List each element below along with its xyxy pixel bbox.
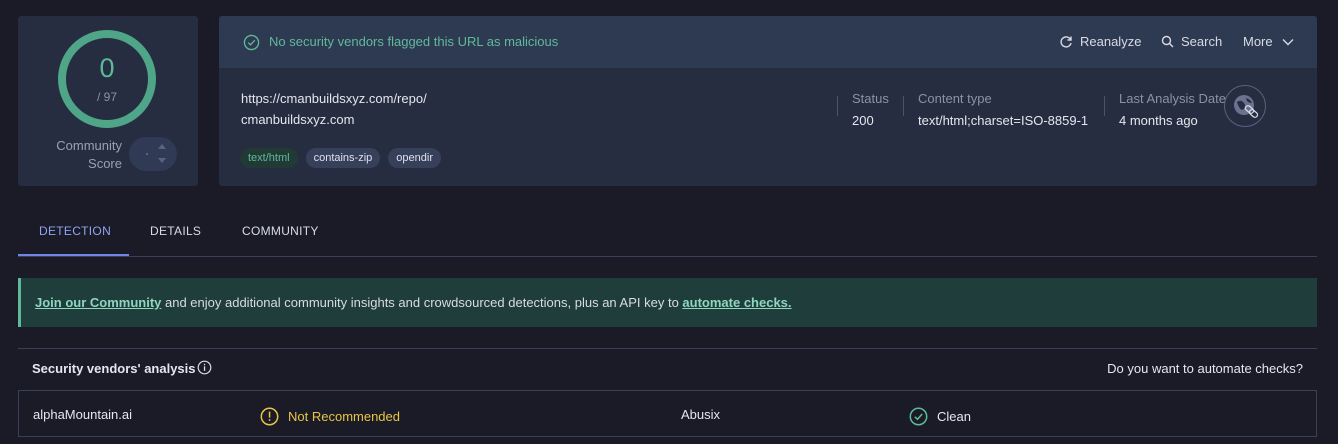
tab-detection[interactable]: DETECTION xyxy=(39,224,111,238)
tab-details[interactable]: DETAILS xyxy=(150,224,201,238)
analyzed-domain[interactable]: cmanbuildsxyz.com xyxy=(241,112,354,127)
verdict-banner: No security vendors flagged this URL as … xyxy=(219,16,1317,68)
info-icon[interactable] xyxy=(197,360,212,375)
divider xyxy=(837,96,838,116)
vendors-table-header: Security vendors' analysis Do you want t… xyxy=(18,348,1317,386)
vote-score-dot xyxy=(146,153,148,155)
divider xyxy=(903,96,904,116)
active-tab-indicator xyxy=(18,254,129,256)
downvote-icon[interactable] xyxy=(158,158,166,163)
last-analysis-meta: Last Analysis Date 4 months ago xyxy=(1119,91,1226,128)
automate-checks-link[interactable]: automate checks. xyxy=(682,295,791,310)
analyzed-url[interactable]: https://cmanbuildsxyz.com/repo/ xyxy=(241,91,427,106)
more-menu-button[interactable]: More xyxy=(1243,34,1294,49)
reanalyze-button[interactable]: Reanalyze xyxy=(1059,34,1141,49)
join-community-link[interactable]: Join our Community xyxy=(35,295,161,310)
check-circle-icon xyxy=(909,407,928,426)
last-analysis-value: 4 months ago xyxy=(1119,113,1198,128)
refresh-icon xyxy=(1060,35,1072,48)
community-vote-control[interactable] xyxy=(129,137,177,171)
status-meta: Status 200 xyxy=(852,91,889,128)
url-globe-icon-button[interactable] xyxy=(1224,85,1266,127)
upvote-icon[interactable] xyxy=(158,144,166,149)
divider xyxy=(1104,96,1105,116)
content-type-value: text/html;charset=ISO-8859-1 xyxy=(918,113,1089,128)
vendor-result: Not Recommended xyxy=(260,407,400,426)
url-info-card: No security vendors flagged this URL as … xyxy=(219,16,1317,186)
tag-contains-zip[interactable]: contains-zip xyxy=(305,148,381,168)
community-promo-banner: Join our Community and enjoy additional … xyxy=(18,278,1317,327)
check-circle-icon xyxy=(243,34,260,51)
chevron-down-icon xyxy=(1282,38,1294,45)
vendors-title: Security vendors' analysis xyxy=(32,361,196,376)
globe-link-icon xyxy=(1234,95,1259,118)
content-type-meta: Content type text/html;charset=ISO-8859-… xyxy=(918,91,1089,128)
search-icon xyxy=(1161,35,1174,48)
vendor-name: Abusix xyxy=(681,407,721,422)
tag-opendir[interactable]: opendir xyxy=(388,148,441,168)
verdict-message: No security vendors flagged this URL as … xyxy=(269,34,559,49)
status-value: 200 xyxy=(852,113,874,128)
vendor-name: alphaMountain.ai xyxy=(33,407,133,422)
tab-community[interactable]: COMMUNITY xyxy=(242,224,319,238)
result-tabs: DETECTION DETAILS COMMUNITY xyxy=(18,208,1317,257)
warning-circle-icon xyxy=(260,407,279,426)
vendor-result: Clean xyxy=(909,407,971,426)
detection-count: 0 xyxy=(99,53,115,83)
table-row: alphaMountain.ai Not Recommended Abusix … xyxy=(18,390,1317,437)
community-score-label: Community Score xyxy=(56,138,122,171)
detection-score-card: 0 / 97 Community Score xyxy=(18,16,198,186)
url-tags: text/html contains-zip opendir xyxy=(240,148,441,168)
search-button[interactable]: Search xyxy=(1161,34,1222,49)
engines-total: / 97 xyxy=(96,90,117,104)
automate-checks-prompt[interactable]: Do you want to automate checks? xyxy=(1107,361,1303,376)
tag-text-html[interactable]: text/html xyxy=(240,148,298,168)
